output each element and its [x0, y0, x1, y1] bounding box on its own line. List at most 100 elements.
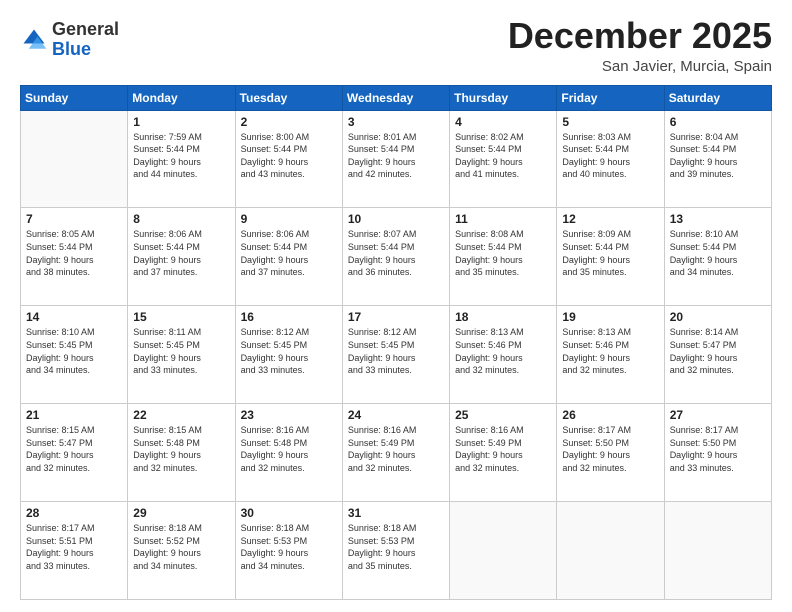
calendar-cell: 30 Sunrise: 8:18 AM Sunset: 5:53 PM Dayli… — [235, 502, 342, 600]
col-sunday: Sunday — [21, 85, 128, 110]
day-number: 8 — [133, 212, 229, 226]
logo-blue-text: Blue — [52, 39, 91, 59]
calendar-cell: 15 Sunrise: 8:11 AM Sunset: 5:45 PM Dayli… — [128, 306, 235, 404]
calendar-cell: 3Sunrise: 8:01 AM Sunset: 5:44 PM Daylig… — [342, 110, 449, 208]
calendar-cell: 11 Sunrise: 8:08 AM Sunset: 5:44 PM Dayli… — [450, 208, 557, 306]
calendar-header-row: Sunday Monday Tuesday Wednesday Thursday… — [21, 85, 772, 110]
calendar-cell: 27 Sunrise: 8:17 AM Sunset: 5:50 PM Dayli… — [664, 404, 771, 502]
day-info: Sunrise: 8:09 AM Sunset: 5:44 PM Dayligh… — [562, 228, 658, 278]
col-wednesday: Wednesday — [342, 85, 449, 110]
logo-icon — [20, 26, 48, 54]
calendar-cell: 19 Sunrise: 8:13 AM Sunset: 5:46 PM Dayli… — [557, 306, 664, 404]
calendar-week-4: 21 Sunrise: 8:15 AM Sunset: 5:47 PM Dayli… — [21, 404, 772, 502]
calendar-cell: 8 Sunrise: 8:06 AM Sunset: 5:44 PM Daylig… — [128, 208, 235, 306]
calendar-cell: 22Sunrise: 8:15 AM Sunset: 5:48 PM Dayli… — [128, 404, 235, 502]
calendar-cell: 25 Sunrise: 8:16 AM Sunset: 5:49 PM Dayli… — [450, 404, 557, 502]
day-number: 7 — [26, 212, 122, 226]
day-number: 12 — [562, 212, 658, 226]
calendar-cell: 13 Sunrise: 8:10 AM Sunset: 5:44 PM Dayli… — [664, 208, 771, 306]
calendar-cell: 21 Sunrise: 8:15 AM Sunset: 5:47 PM Dayli… — [21, 404, 128, 502]
day-number: 30 — [241, 506, 337, 520]
day-info: Sunrise: 8:13 AM Sunset: 5:46 PM Dayligh… — [562, 326, 658, 376]
day-info: Sunrise: 8:02 AM Sunset: 5:44 PM Dayligh… — [455, 131, 551, 181]
day-number: 13 — [670, 212, 766, 226]
calendar-cell: 7 Sunrise: 8:05 AM Sunset: 5:44 PM Daylig… — [21, 208, 128, 306]
day-info: Sunrise: 8:03 AM Sunset: 5:44 PM Dayligh… — [562, 131, 658, 181]
day-number: 18 — [455, 310, 551, 324]
calendar-cell: 5Sunrise: 8:03 AM Sunset: 5:44 PM Daylig… — [557, 110, 664, 208]
day-number: 2 — [241, 115, 337, 129]
day-number: 28 — [26, 506, 122, 520]
day-info: Sunrise: 8:17 AM Sunset: 5:51 PM Dayligh… — [26, 522, 122, 572]
day-number: 16 — [241, 310, 337, 324]
col-friday: Friday — [557, 85, 664, 110]
day-info: Sunrise: 8:01 AM Sunset: 5:44 PM Dayligh… — [348, 131, 444, 181]
day-number: 31 — [348, 506, 444, 520]
day-info: Sunrise: 8:16 AM Sunset: 5:48 PM Dayligh… — [241, 424, 337, 474]
day-number: 20 — [670, 310, 766, 324]
calendar-cell: 17 Sunrise: 8:12 AM Sunset: 5:45 PM Dayli… — [342, 306, 449, 404]
day-number: 21 — [26, 408, 122, 422]
col-monday: Monday — [128, 85, 235, 110]
col-tuesday: Tuesday — [235, 85, 342, 110]
calendar-week-2: 7 Sunrise: 8:05 AM Sunset: 5:44 PM Daylig… — [21, 208, 772, 306]
calendar-cell: 2 Sunrise: 8:00 AM Sunset: 5:44 PM Daylig… — [235, 110, 342, 208]
day-info: Sunrise: 8:12 AM Sunset: 5:45 PM Dayligh… — [241, 326, 337, 376]
page: General Blue December 2025 San Javier, M… — [0, 0, 792, 612]
calendar-cell — [664, 502, 771, 600]
day-info: Sunrise: 8:13 AM Sunset: 5:46 PM Dayligh… — [455, 326, 551, 376]
day-number: 17 — [348, 310, 444, 324]
day-info: Sunrise: 8:15 AM Sunset: 5:47 PM Dayligh… — [26, 424, 122, 474]
day-number: 10 — [348, 212, 444, 226]
calendar-cell: 29Sunrise: 8:18 AM Sunset: 5:52 PM Dayli… — [128, 502, 235, 600]
day-info: Sunrise: 8:14 AM Sunset: 5:47 PM Dayligh… — [670, 326, 766, 376]
logo-general-text: General — [52, 19, 119, 39]
day-number: 23 — [241, 408, 337, 422]
calendar-cell: 16 Sunrise: 8:12 AM Sunset: 5:45 PM Dayli… — [235, 306, 342, 404]
day-info: Sunrise: 8:17 AM Sunset: 5:50 PM Dayligh… — [670, 424, 766, 474]
day-info: Sunrise: 8:17 AM Sunset: 5:50 PM Dayligh… — [562, 424, 658, 474]
day-info: Sunrise: 7:59 AM Sunset: 5:44 PM Dayligh… — [133, 131, 229, 181]
calendar-cell: 6 Sunrise: 8:04 AM Sunset: 5:44 PM Daylig… — [664, 110, 771, 208]
calendar-week-5: 28 Sunrise: 8:17 AM Sunset: 5:51 PM Dayli… — [21, 502, 772, 600]
location-subtitle: San Javier, Murcia, Spain — [508, 58, 772, 75]
day-info: Sunrise: 8:04 AM Sunset: 5:44 PM Dayligh… — [670, 131, 766, 181]
day-info: Sunrise: 8:08 AM Sunset: 5:44 PM Dayligh… — [455, 228, 551, 278]
calendar-cell: 4Sunrise: 8:02 AM Sunset: 5:44 PM Daylig… — [450, 110, 557, 208]
day-info: Sunrise: 8:16 AM Sunset: 5:49 PM Dayligh… — [455, 424, 551, 474]
calendar-cell: 26 Sunrise: 8:17 AM Sunset: 5:50 PM Dayli… — [557, 404, 664, 502]
day-info: Sunrise: 8:05 AM Sunset: 5:44 PM Dayligh… — [26, 228, 122, 278]
day-number: 29 — [133, 506, 229, 520]
day-number: 27 — [670, 408, 766, 422]
day-number: 19 — [562, 310, 658, 324]
day-info: Sunrise: 8:07 AM Sunset: 5:44 PM Dayligh… — [348, 228, 444, 278]
day-info: Sunrise: 8:06 AM Sunset: 5:44 PM Dayligh… — [133, 228, 229, 278]
calendar-cell: 12 Sunrise: 8:09 AM Sunset: 5:44 PM Dayli… — [557, 208, 664, 306]
day-number: 6 — [670, 115, 766, 129]
day-info: Sunrise: 8:10 AM Sunset: 5:44 PM Dayligh… — [670, 228, 766, 278]
calendar-cell — [450, 502, 557, 600]
calendar-cell: 14Sunrise: 8:10 AM Sunset: 5:45 PM Dayli… — [21, 306, 128, 404]
calendar-cell: 31 Sunrise: 8:18 AM Sunset: 5:53 PM Dayli… — [342, 502, 449, 600]
day-info: Sunrise: 8:18 AM Sunset: 5:53 PM Dayligh… — [241, 522, 337, 572]
day-info: Sunrise: 8:00 AM Sunset: 5:44 PM Dayligh… — [241, 131, 337, 181]
calendar-cell: 10 Sunrise: 8:07 AM Sunset: 5:44 PM Dayli… — [342, 208, 449, 306]
day-info: Sunrise: 8:11 AM Sunset: 5:45 PM Dayligh… — [133, 326, 229, 376]
calendar-cell: 1Sunrise: 7:59 AM Sunset: 5:44 PM Daylig… — [128, 110, 235, 208]
day-number: 15 — [133, 310, 229, 324]
day-number: 11 — [455, 212, 551, 226]
day-number: 14 — [26, 310, 122, 324]
header: General Blue December 2025 San Javier, M… — [20, 16, 772, 75]
day-number: 26 — [562, 408, 658, 422]
day-info: Sunrise: 8:18 AM Sunset: 5:53 PM Dayligh… — [348, 522, 444, 572]
calendar-cell: 20 Sunrise: 8:14 AM Sunset: 5:47 PM Dayli… — [664, 306, 771, 404]
logo: General Blue — [20, 20, 119, 60]
calendar-cell: 9 Sunrise: 8:06 AM Sunset: 5:44 PM Daylig… — [235, 208, 342, 306]
day-info: Sunrise: 8:12 AM Sunset: 5:45 PM Dayligh… — [348, 326, 444, 376]
calendar-week-1: 1Sunrise: 7:59 AM Sunset: 5:44 PM Daylig… — [21, 110, 772, 208]
calendar-cell: 24Sunrise: 8:16 AM Sunset: 5:49 PM Dayli… — [342, 404, 449, 502]
day-info: Sunrise: 8:06 AM Sunset: 5:44 PM Dayligh… — [241, 228, 337, 278]
day-number: 25 — [455, 408, 551, 422]
day-number: 9 — [241, 212, 337, 226]
calendar-cell: 23 Sunrise: 8:16 AM Sunset: 5:48 PM Dayli… — [235, 404, 342, 502]
